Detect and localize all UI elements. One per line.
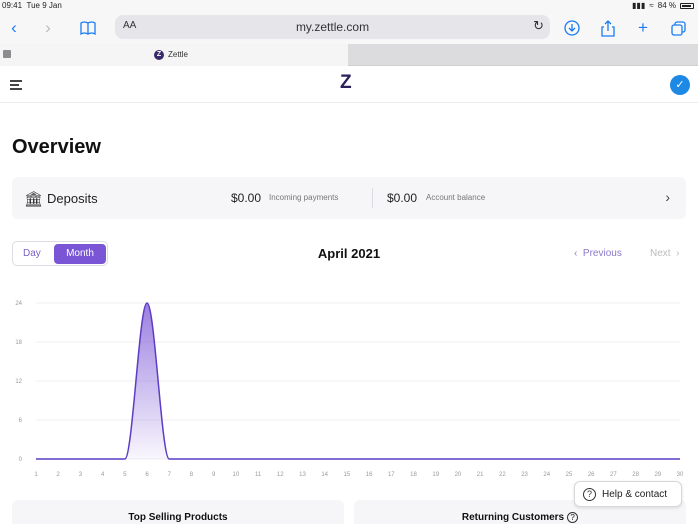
x-tick-label: 30 <box>677 472 684 478</box>
y-tick-label: 18 <box>15 340 22 346</box>
deposits-card[interactable]: 🏛︎ Deposits $0.00 Incoming payments $0.0… <box>12 177 686 219</box>
chevron-right-icon[interactable]: › <box>665 189 670 205</box>
status-bar: 09:41 Tue 9 Jan ▮▮▮ ≈ 84 % <box>0 0 698 12</box>
reload-icon[interactable]: ↻ <box>533 18 544 34</box>
account-balance-label: Account balance <box>426 193 486 202</box>
x-tick-label: 20 <box>455 472 462 478</box>
x-tick-label: 27 <box>610 472 617 478</box>
x-tick-label: 14 <box>321 472 328 478</box>
x-tick-label: 3 <box>79 472 83 478</box>
zettle-favicon-icon: Z <box>154 50 164 60</box>
next-button[interactable]: Next › <box>650 248 679 259</box>
x-tick-label: 28 <box>632 472 639 478</box>
question-icon: ? <box>583 488 596 501</box>
battery-icon <box>680 2 694 9</box>
close-tab-icon[interactable] <box>3 50 11 58</box>
bookmarks-icon[interactable] <box>78 18 98 38</box>
x-tick-label: 8 <box>190 472 194 478</box>
returning-customers-title: Returning Customers <box>461 512 565 523</box>
chevron-left-icon: ‹ <box>574 248 578 259</box>
menu-icon[interactable] <box>10 80 22 90</box>
tab-title: Zettle <box>168 50 189 59</box>
avatar[interactable]: ✓ <box>670 75 690 95</box>
forward-icon[interactable]: › <box>38 18 58 38</box>
new-tab-icon[interactable]: + <box>633 18 653 38</box>
tab-strip: Z Zettle <box>0 44 698 66</box>
x-tick-label: 17 <box>388 472 395 478</box>
x-tick-label: 13 <box>299 472 306 478</box>
tab-zettle[interactable]: Z Zettle <box>0 44 348 66</box>
divider <box>372 188 373 208</box>
status-time: 09:41 Tue 9 Jan <box>2 1 62 10</box>
x-tick-label: 4 <box>101 472 105 478</box>
help-contact-label: Help & contact <box>602 489 668 500</box>
x-tick-label: 7 <box>168 472 172 478</box>
bank-icon: 🏛︎ <box>24 191 44 208</box>
x-tick-label: 11 <box>255 472 262 478</box>
x-tick-label: 18 <box>410 472 417 478</box>
y-tick-label: 6 <box>19 418 23 424</box>
download-icon[interactable] <box>562 18 582 38</box>
app-header: Z ✓ <box>0 67 698 103</box>
y-tick-label: 24 <box>15 301 22 307</box>
account-balance-value: $0.00 <box>387 191 418 205</box>
x-tick-label: 12 <box>277 472 284 478</box>
x-tick-label: 21 <box>477 472 484 478</box>
y-tick-label: 0 <box>19 457 23 463</box>
url-text[interactable]: my.zettle.com <box>115 20 550 34</box>
help-icon[interactable]: ? <box>567 512 579 523</box>
x-tick-label: 9 <box>212 472 216 478</box>
x-tick-label: 2 <box>57 472 61 478</box>
page-title: Overview <box>12 136 101 158</box>
signal-icon: ▮▮▮ <box>632 1 646 10</box>
x-tick-label: 1 <box>34 472 38 478</box>
x-tick-label: 6 <box>145 472 149 478</box>
browser-toolbar: ‹ › AA my.zettle.com ↻ + <box>0 12 698 44</box>
x-tick-label: 26 <box>588 472 595 478</box>
wifi-icon: ≈ <box>649 1 654 10</box>
share-icon[interactable] <box>598 18 618 38</box>
x-tick-label: 29 <box>654 472 661 478</box>
y-tick-label: 12 <box>15 379 22 385</box>
battery-percent: 84 % <box>657 1 676 10</box>
top-selling-products-card[interactable]: Top Selling Products <box>12 500 344 524</box>
back-icon[interactable]: ‹ <box>4 18 24 38</box>
address-bar[interactable]: AA my.zettle.com ↻ <box>115 15 550 39</box>
incoming-payments-label: Incoming payments <box>269 193 339 202</box>
incoming-payments-value: $0.00 <box>231 191 262 205</box>
x-tick-label: 16 <box>366 472 373 478</box>
help-contact-button[interactable]: ? Help & contact <box>574 481 682 507</box>
x-tick-label: 24 <box>543 472 550 478</box>
x-tick-label: 5 <box>123 472 127 478</box>
top-selling-products-title: Top Selling Products <box>128 512 228 523</box>
tabs-overview-icon[interactable] <box>668 18 688 38</box>
x-tick-label: 15 <box>344 472 351 478</box>
sales-chart: 06121824 1 2 3 4 5 6 7 8 9 10 11 12 13 14 15 16 17 18 19 20… <box>15 301 684 478</box>
previous-button[interactable]: ‹ Previous <box>574 248 622 259</box>
x-tick-label: 10 <box>233 472 240 478</box>
x-tick-label: 19 <box>432 472 439 478</box>
x-tick-label: 25 <box>566 472 573 478</box>
x-tick-label: 23 <box>521 472 528 478</box>
chevron-right-icon: › <box>676 248 680 259</box>
zettle-logo[interactable]: Z <box>340 72 352 94</box>
deposits-label: Deposits <box>47 191 98 206</box>
x-tick-label: 22 <box>499 472 506 478</box>
